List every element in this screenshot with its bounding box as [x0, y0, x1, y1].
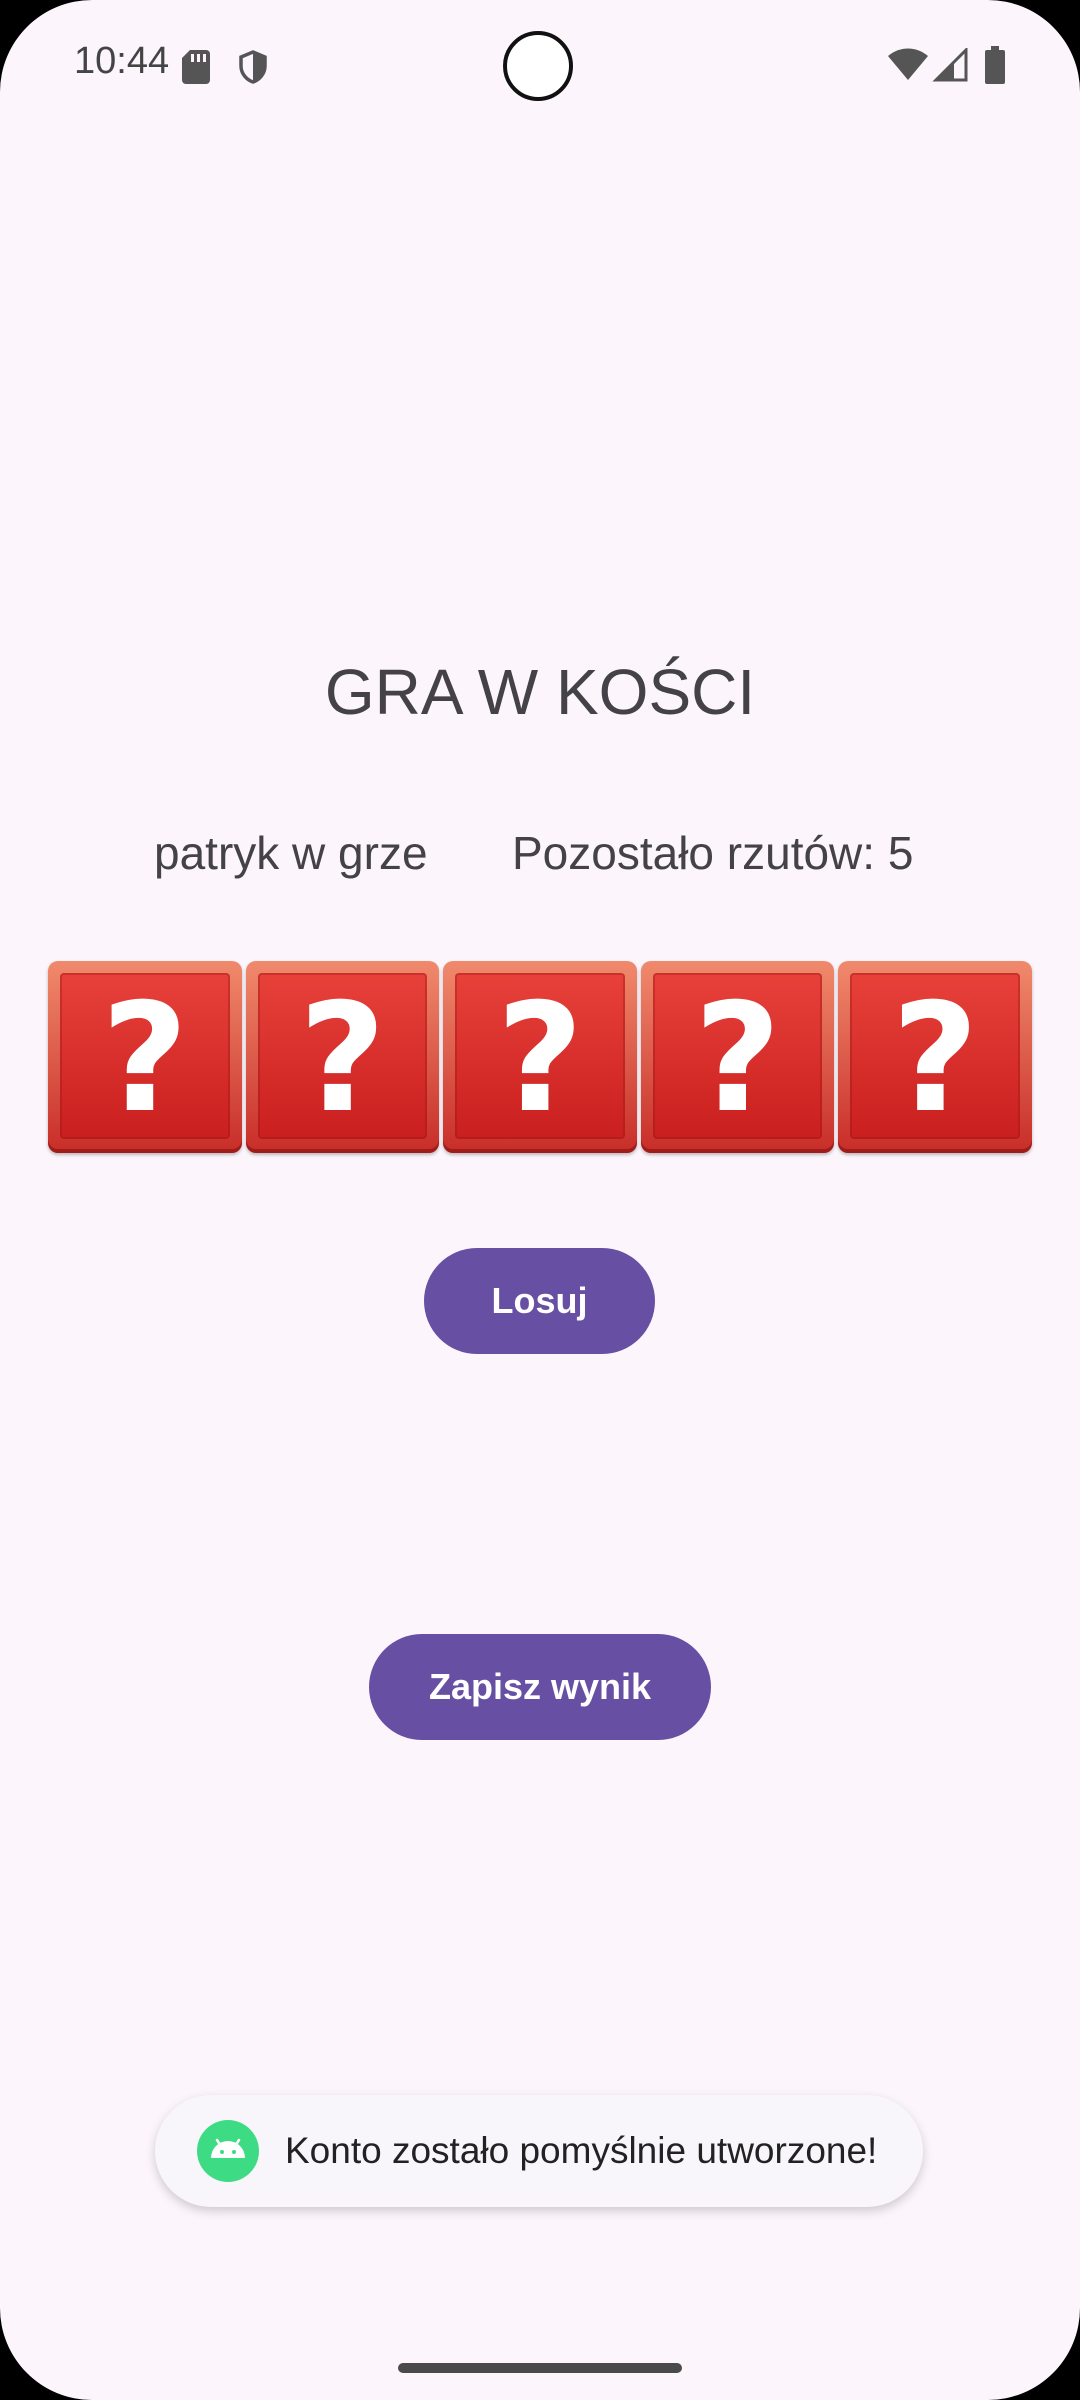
question-mark-icon: ? — [694, 972, 782, 1146]
die-4[interactable]: ? — [640, 961, 835, 1153]
die-1[interactable]: ? — [48, 961, 242, 1153]
roll-button[interactable]: Losuj — [424, 1248, 655, 1354]
save-score-button[interactable]: Zapisz wynik — [369, 1634, 711, 1740]
player-name-label: patryk w grze — [154, 827, 428, 879]
phone-screen: 10:44 GRA W KOŚCI patryk w grze Pozostał… — [0, 0, 1080, 2400]
question-mark-icon: ? — [298, 972, 386, 1146]
front-camera-cutout — [503, 31, 573, 101]
cellular-signal-icon — [932, 48, 968, 82]
status-time: 10:44 — [74, 40, 170, 82]
home-indicator[interactable] — [398, 2363, 682, 2373]
shield-icon — [239, 50, 267, 84]
die-5[interactable]: ? — [838, 961, 1032, 1153]
question-mark-icon: ? — [101, 972, 189, 1146]
question-mark-icon: ? — [496, 972, 584, 1146]
status-bar: 10:44 — [0, 0, 1080, 130]
toast-message: Konto zostało pomyślnie utworzone! — [155, 2095, 923, 2207]
remaining-throws-label: Pozostało rzutów: 5 — [512, 827, 914, 879]
android-icon — [197, 2120, 259, 2182]
toast-text: Konto zostało pomyślnie utworzone! — [285, 2130, 878, 2171]
dice-row: ? ? ? ? ? — [48, 961, 1032, 1153]
question-mark-icon: ? — [891, 972, 979, 1146]
wifi-icon — [888, 48, 928, 80]
page-title: GRA W KOŚCI — [324, 656, 756, 728]
die-3[interactable]: ? — [443, 961, 637, 1153]
die-2[interactable]: ? — [245, 961, 440, 1153]
sd-card-icon — [182, 50, 210, 84]
battery-icon — [985, 46, 1005, 84]
